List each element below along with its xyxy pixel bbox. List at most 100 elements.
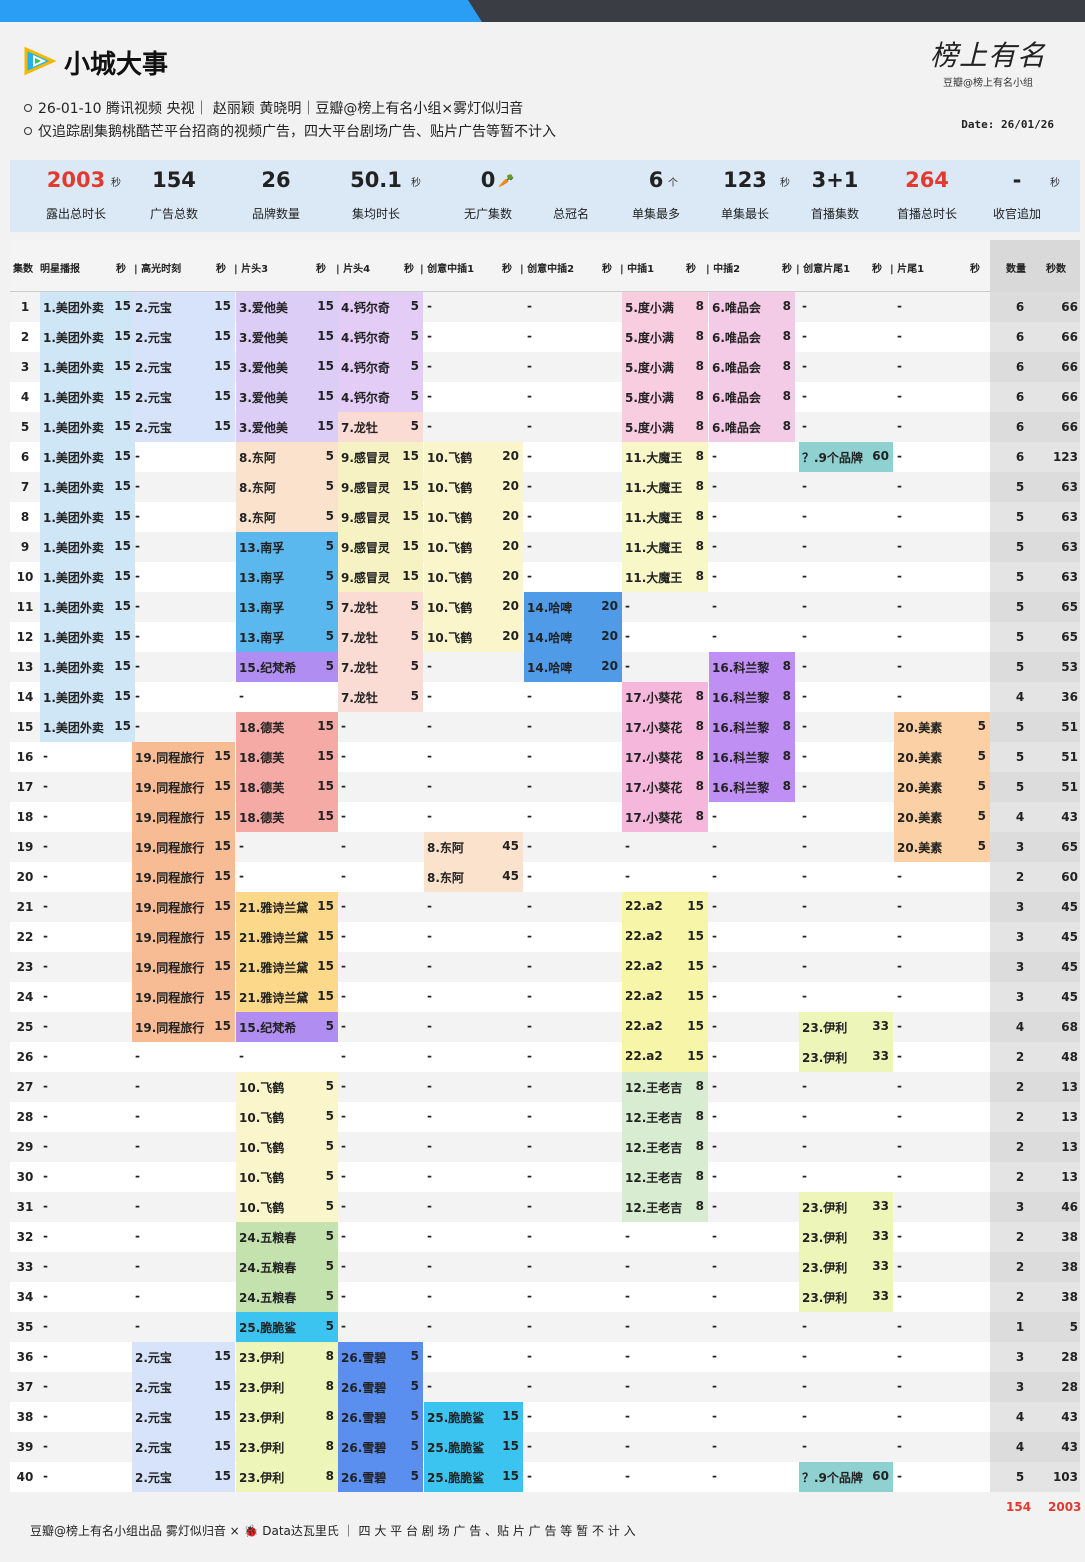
table-row: 12 1.美团外卖 15-13.南孚 5 7.龙牡 5 10.飞鹤 20 14.哈啤 20- - - -…	[10, 622, 1080, 652]
ad-cell: -	[424, 982, 523, 1012]
empty-mark: -	[527, 989, 532, 1003]
episode-number: 16	[16, 750, 34, 764]
ad-cell: -	[132, 592, 235, 622]
ad-seconds: 15	[214, 899, 231, 913]
ad-brand: 21.雅诗兰黛	[239, 991, 309, 1005]
table-row: 18-19.同程旅行 15 18.德芙 15- - -17.小葵花 8- -20.美素 5 4 43	[10, 802, 1080, 832]
ad-cell: -	[894, 1342, 990, 1372]
empty-mark: -	[802, 299, 807, 313]
ad-cell: 9.感冒灵 15	[338, 532, 423, 562]
ad-cell: -	[709, 1252, 795, 1282]
total-seconds: 45	[1061, 960, 1078, 974]
ad-cell: -	[799, 802, 893, 832]
empty-mark: -	[527, 329, 532, 343]
ad-brand: 22.a2	[625, 1019, 663, 1033]
empty-mark: -	[897, 1049, 902, 1063]
ad-cell: 7.龙牡 5	[338, 592, 423, 622]
ad-seconds: 20	[502, 509, 519, 523]
empty-mark: -	[712, 929, 717, 943]
ad-cell: -	[709, 1132, 795, 1162]
total-seconds: 13	[1061, 1140, 1078, 1154]
ad-cell: 22.a2 15	[622, 1012, 708, 1042]
empty-mark: -	[135, 719, 140, 733]
total-seconds: 63	[1061, 570, 1078, 584]
ad-cell: -	[709, 802, 795, 832]
ad-cell: -	[894, 1462, 990, 1492]
episode-number: 2	[20, 330, 30, 344]
column-header: 秒	[216, 264, 226, 275]
ad-cell: -	[40, 1402, 135, 1432]
ad-brand: 16.科兰黎	[712, 691, 770, 705]
ad-cell: -	[132, 562, 235, 592]
ad-brand: 12.王老吉	[625, 1171, 683, 1185]
total-seconds: 51	[1061, 780, 1078, 794]
ad-cell: -	[524, 292, 622, 322]
header-summary-bg	[990, 240, 1080, 292]
empty-mark: -	[897, 329, 902, 343]
ad-cell: -	[709, 1012, 795, 1042]
column-header: | 片头3	[234, 264, 269, 275]
ad-cell: 14.哈啤 20	[524, 592, 622, 622]
ad-cell: 1.美团外卖 15	[40, 382, 135, 412]
ad-cell: -	[799, 1102, 893, 1132]
ad-brand: 10.飞鹤	[239, 1201, 285, 1215]
ad-seconds: 8	[782, 719, 791, 733]
ad-cell: 17.小葵花 8	[622, 712, 708, 742]
ad-cell: 13.南孚 5	[236, 532, 338, 562]
ad-seconds: 8	[695, 689, 704, 703]
total-seconds: 65	[1061, 600, 1078, 614]
ad-brand: 5.度小满	[625, 331, 674, 345]
total-seconds: 13	[1061, 1080, 1078, 1094]
ad-cell: 13.南孚 5	[236, 622, 338, 652]
ad-seconds: 15	[317, 749, 334, 763]
ad-brand: 17.小葵花	[625, 781, 683, 795]
empty-mark: -	[897, 1169, 902, 1183]
ad-brand: 1.美团外卖	[43, 601, 104, 615]
ad-seconds: 15	[214, 809, 231, 823]
ad-cell: 17.小葵花 8	[622, 802, 708, 832]
ad-cell: 13.南孚 5	[236, 592, 338, 622]
ad-seconds: 15	[687, 1019, 704, 1033]
ad-cell: -	[894, 1102, 990, 1132]
table-row: 2 1.美团外卖 15 2.元宝 15 3.爱他美 15 4.钙尔奇 5- -5.度小满 8 6.唯品…	[10, 322, 1080, 352]
ad-cell: 1.美团外卖 15	[40, 592, 135, 622]
episode-number: 6	[20, 450, 30, 464]
episode-number: 32	[16, 1230, 34, 1244]
ad-brand: 12.王老吉	[625, 1081, 683, 1095]
ad-cell: -	[799, 862, 893, 892]
ad-cell: 22.a2 15	[622, 922, 708, 952]
total-seconds: 63	[1061, 510, 1078, 524]
stat-label: 集均时长	[351, 207, 400, 221]
ad-cell: 8.东阿 45	[424, 832, 523, 862]
empty-mark: -	[897, 299, 902, 313]
ad-brand: 13.南孚	[239, 631, 285, 645]
table-row: 30- -10.飞鹤 5- - -12.王老吉 8- - -2 13	[10, 1162, 1080, 1192]
ad-seconds: 8	[325, 1439, 334, 1453]
episode-number: 18	[16, 810, 34, 824]
ad-cell: 22.a2 15	[622, 1042, 708, 1072]
ad-cell: -	[894, 1162, 990, 1192]
ad-cell: 26.雪碧 5	[338, 1432, 423, 1462]
ad-cell: -	[132, 532, 235, 562]
ad-seconds: 15	[214, 959, 231, 973]
ad-cell: 19.同程旅行 15	[132, 742, 235, 772]
empty-mark: -	[802, 329, 807, 343]
ad-seconds: 15	[114, 449, 131, 463]
ad-cell: -	[40, 1252, 135, 1282]
ad-cell: -	[132, 712, 235, 742]
total-seconds: 123	[1052, 450, 1078, 464]
ad-seconds: 20	[502, 629, 519, 643]
ad-cell: 6.唯品会 8	[709, 412, 795, 442]
ad-cell: 23.伊利 8	[236, 1462, 338, 1492]
table-row: 21-19.同程旅行 15 21.雅诗兰黛 15- - -22.a2 15- - -3 45	[10, 892, 1080, 922]
column-header: 明星播报	[40, 264, 80, 275]
ad-seconds: 8	[782, 419, 791, 433]
ad-cell: 11.大魔王 8	[622, 562, 708, 592]
ad-brand: 18.德芙	[239, 721, 285, 735]
empty-mark: -	[427, 1379, 432, 1393]
ad-brand: 23.伊利	[239, 1471, 285, 1485]
empty-mark: -	[427, 389, 432, 403]
ad-brand: 2.元宝	[135, 391, 172, 405]
table-row: 36-2.元宝 15 23.伊利 8 26.雪碧 5- - - - - -3 28	[10, 1342, 1080, 1372]
ad-cell: -	[894, 862, 990, 892]
